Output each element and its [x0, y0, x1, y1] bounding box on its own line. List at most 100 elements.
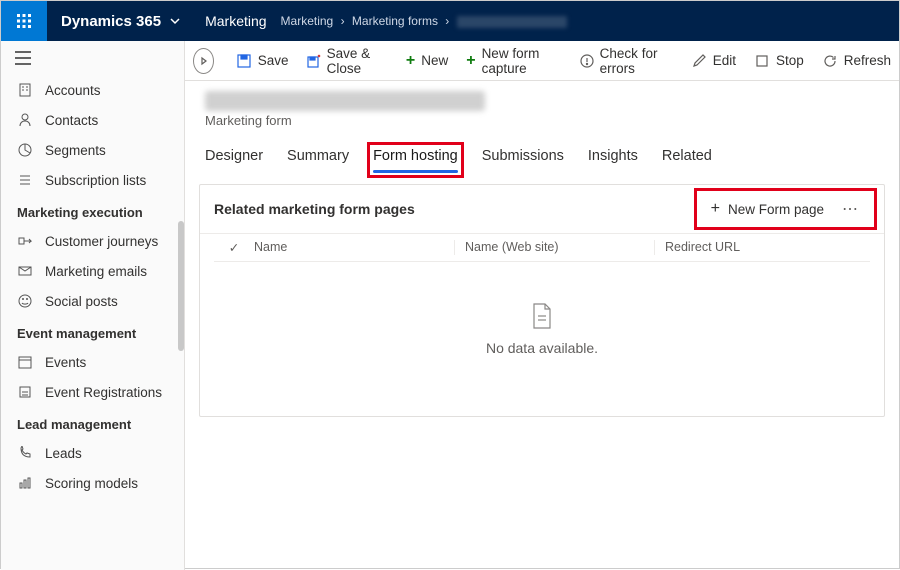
building-icon: [17, 82, 33, 98]
sidebar-label: Social posts: [45, 294, 118, 309]
grid-col-redirect[interactable]: Redirect URL: [654, 240, 854, 255]
save-close-button[interactable]: Save & Close: [307, 46, 388, 76]
calendar-icon: [17, 354, 33, 370]
brand[interactable]: Dynamics 365: [47, 13, 195, 30]
save-icon: [236, 53, 252, 69]
app-launcher[interactable]: [1, 1, 47, 41]
main-area: Save Save & Close + New + New form captu…: [185, 41, 899, 570]
plus-icon: +: [711, 201, 720, 217]
journey-icon: [17, 233, 33, 249]
plus-icon: +: [406, 53, 415, 69]
btn-label: New form capture: [482, 46, 562, 76]
record-title-blurred: [205, 91, 485, 111]
global-nav: Dynamics 365 Marketing Marketing › Marke…: [1, 1, 899, 41]
sidebar-toggle[interactable]: [1, 41, 184, 75]
error-check-icon: [580, 53, 594, 69]
new-form-page-button[interactable]: + New Form page: [711, 201, 824, 217]
crumb-area[interactable]: Marketing: [281, 14, 334, 28]
grid-header: ✓ Name Name (Web site) Redirect URL: [200, 233, 884, 261]
btn-label: Save: [258, 53, 289, 68]
mail-icon: [17, 263, 33, 279]
app-name[interactable]: Marketing: [195, 13, 276, 29]
sidebar-item-leads[interactable]: Leads: [1, 438, 184, 468]
sidebar-label: Marketing emails: [45, 264, 147, 279]
crumb-record-blurred: [457, 16, 567, 28]
record-header: Marketing form: [185, 81, 899, 134]
pencil-icon: [691, 53, 707, 69]
tab-form-hosting[interactable]: Form hosting: [373, 148, 458, 172]
tab-designer[interactable]: Designer: [205, 148, 263, 172]
sidebar-label: Segments: [45, 143, 106, 158]
tab-related[interactable]: Related: [662, 148, 712, 172]
stop-button[interactable]: Stop: [754, 53, 804, 69]
related-form-pages-panel: Related marketing form pages + New Form …: [199, 184, 885, 417]
breadcrumb: Marketing › Marketing forms ›: [277, 14, 571, 28]
person-icon: [17, 112, 33, 128]
more-actions-button[interactable]: ⋯: [842, 199, 860, 219]
refresh-button[interactable]: Refresh: [822, 53, 891, 69]
save-button[interactable]: Save: [236, 53, 289, 69]
panel-title: Related marketing form pages: [214, 201, 415, 217]
btn-label: Stop: [776, 53, 804, 68]
empty-state: No data available.: [200, 262, 884, 416]
list-icon: [17, 172, 33, 188]
empty-text: No data available.: [486, 340, 598, 356]
sidebar-item-event-registrations[interactable]: Event Registrations: [1, 377, 184, 407]
segments-icon: [17, 142, 33, 158]
grid-col-website[interactable]: Name (Web site): [454, 240, 654, 255]
sidebar-item-scoring-models[interactable]: Scoring models: [1, 468, 184, 498]
grid-check-column[interactable]: ✓: [214, 240, 254, 255]
sidebar-item-segments[interactable]: Segments: [1, 135, 184, 165]
command-bar: Save Save & Close + New + New form captu…: [185, 41, 899, 81]
plus-icon: +: [466, 53, 475, 69]
refresh-icon: [822, 53, 838, 69]
btn-label: New Form page: [728, 202, 824, 217]
sidebar: Accounts Contacts Segments Subscription …: [1, 41, 185, 570]
sidebar-label: Event Registrations: [45, 385, 162, 400]
edit-button[interactable]: Edit: [691, 53, 736, 69]
sidebar-label: Customer journeys: [45, 234, 158, 249]
record-tabs: Designer Summary Form hosting Submission…: [185, 134, 899, 172]
smile-icon: [17, 293, 33, 309]
save-close-icon: [307, 53, 321, 69]
sidebar-item-accounts[interactable]: Accounts: [1, 75, 184, 105]
sidebar-group-marketing-execution: Marketing execution: [1, 195, 184, 226]
registration-icon: [17, 384, 33, 400]
record-entity-type: Marketing form: [205, 113, 879, 128]
new-button[interactable]: + New: [406, 53, 448, 69]
phone-icon: [17, 445, 33, 461]
sidebar-item-events[interactable]: Events: [1, 347, 184, 377]
tab-summary[interactable]: Summary: [287, 148, 349, 172]
go-live-button[interactable]: [193, 48, 214, 74]
sidebar-scrollbar[interactable]: [178, 221, 184, 351]
btn-label: Refresh: [844, 53, 891, 68]
document-icon: [530, 302, 554, 330]
sidebar-group-event-management: Event management: [1, 316, 184, 347]
sidebar-item-contacts[interactable]: Contacts: [1, 105, 184, 135]
tab-insights[interactable]: Insights: [588, 148, 638, 172]
sidebar-label: Subscription lists: [45, 173, 146, 188]
sidebar-label: Contacts: [45, 113, 98, 128]
new-form-capture-button[interactable]: + New form capture: [466, 46, 561, 76]
sidebar-item-marketing-emails[interactable]: Marketing emails: [1, 256, 184, 286]
sidebar-item-social-posts[interactable]: Social posts: [1, 286, 184, 316]
check-errors-button[interactable]: Check for errors: [580, 46, 673, 76]
score-icon: [17, 475, 33, 491]
crumb-entity[interactable]: Marketing forms: [352, 14, 438, 28]
sidebar-label: Events: [45, 355, 86, 370]
btn-label: Save & Close: [327, 46, 388, 76]
brand-label: Dynamics 365: [61, 13, 161, 30]
btn-label: Edit: [713, 53, 736, 68]
chevron-down-icon: [169, 15, 181, 27]
stop-icon: [754, 53, 770, 69]
sidebar-group-lead-management: Lead management: [1, 407, 184, 438]
sidebar-label: Scoring models: [45, 476, 138, 491]
panel-actions: + New Form page ⋯: [701, 195, 870, 223]
sidebar-label: Leads: [45, 446, 82, 461]
btn-label: New: [421, 53, 448, 68]
tab-submissions[interactable]: Submissions: [482, 148, 564, 172]
grid-col-name[interactable]: Name: [254, 240, 454, 255]
sidebar-item-subscription-lists[interactable]: Subscription lists: [1, 165, 184, 195]
sidebar-label: Accounts: [45, 83, 101, 98]
sidebar-item-customer-journeys[interactable]: Customer journeys: [1, 226, 184, 256]
